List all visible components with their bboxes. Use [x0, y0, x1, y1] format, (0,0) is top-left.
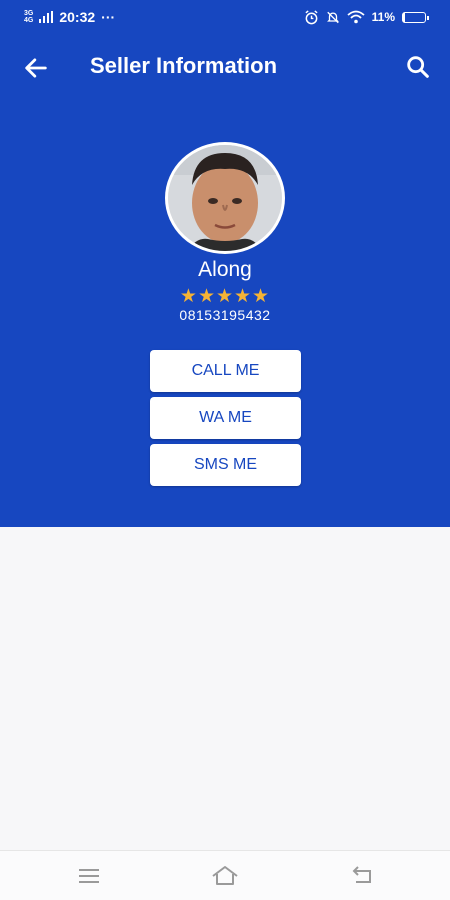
seller-phone: 08153195432 — [179, 307, 271, 323]
alarm-icon — [305, 9, 318, 24]
nav-menu-button[interactable] — [74, 863, 104, 889]
app-bar: Seller Information — [0, 34, 450, 100]
status-bar: 3G 4G 20:32 ··· 11% — [0, 0, 450, 34]
search-button[interactable] — [404, 53, 432, 81]
star-rating: ★★★★★ — [179, 286, 271, 307]
page-title: Seller Information — [90, 53, 278, 78]
nav-home-button[interactable] — [210, 863, 240, 889]
seller-profile-panel: Along ★★★★★ 08153195432 CALL ME WA ME SM… — [0, 100, 450, 527]
avatar-photo — [168, 145, 282, 251]
nav-back-button[interactable] — [348, 863, 378, 889]
network-bottom-label: 4G — [24, 17, 34, 24]
signal-icon — [39, 11, 54, 23]
search-icon — [407, 56, 429, 78]
system-nav-bar — [0, 850, 450, 900]
sms-me-button[interactable]: SMS ME — [150, 444, 301, 486]
status-extra: ··· — [101, 9, 116, 25]
network-indicator: 3G 4G — [24, 10, 33, 24]
home-icon — [212, 866, 238, 885]
network-top-label: 3G — [24, 10, 34, 17]
content-area — [0, 527, 450, 850]
status-left: 3G 4G 20:32 ··· — [24, 9, 115, 25]
status-time: 20:32 — [59, 9, 96, 25]
menu-icon — [79, 869, 99, 883]
arrow-left-icon — [25, 58, 47, 78]
call-me-button[interactable]: CALL ME — [150, 350, 301, 392]
mute-icon — [326, 11, 339, 23]
back-icon — [352, 866, 371, 883]
battery-icon — [402, 11, 429, 23]
wifi-icon — [347, 10, 365, 24]
battery-fill — [403, 12, 406, 22]
status-right: 11% — [304, 9, 429, 25]
battery-percent: 11% — [371, 10, 395, 24]
back-button[interactable] — [22, 54, 50, 82]
avatar — [165, 142, 285, 254]
seller-name: Along — [198, 258, 252, 281]
wa-me-button[interactable]: WA ME — [150, 397, 301, 439]
